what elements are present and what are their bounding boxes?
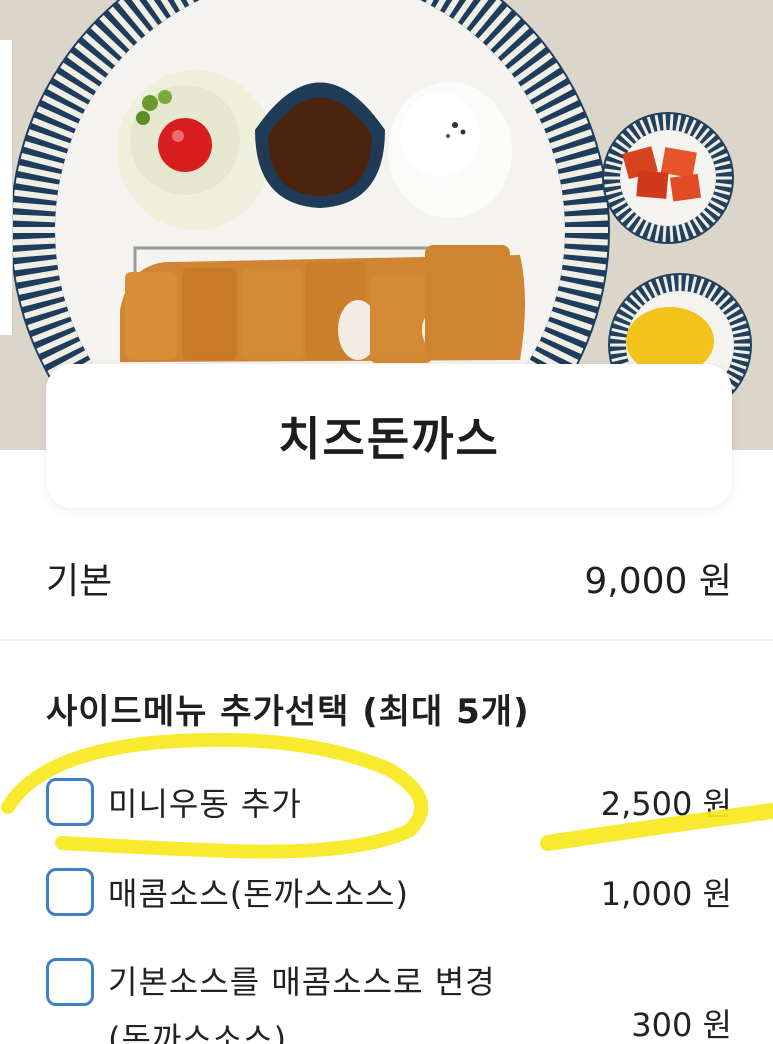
option-mini-udon[interactable]: 미니우동 추가 2,500 원 <box>46 778 732 826</box>
kimchi-bowl <box>602 112 734 244</box>
checkbox[interactable] <box>46 958 94 1006</box>
menu-item-name: 치즈돈까스 <box>278 412 500 466</box>
base-price-row: 기본 9,000 원 <box>46 548 732 608</box>
option-price: 2,500 원 <box>600 785 732 823</box>
option-label: 매콤소스(돈까스소스) <box>108 875 409 913</box>
checkbox[interactable] <box>46 868 94 916</box>
menu-title-card: 치즈돈까스 <box>46 364 732 508</box>
checkbox[interactable] <box>46 778 94 826</box>
cabbage-salad <box>117 70 273 230</box>
rice <box>388 82 512 218</box>
tonkatsu <box>120 245 525 363</box>
option-label: 기본소스를 매콤소스로 변경 <box>108 963 496 1001</box>
side-menu-title: 사이드메뉴 추가선택 (최대 5개) <box>46 692 530 732</box>
option-label-continuation: (돈까스소스) <box>108 1020 288 1044</box>
option-label: 미니우동 추가 <box>108 785 302 823</box>
option-price: 300 원 <box>631 1006 732 1044</box>
base-price: 9,000 원 <box>584 561 732 602</box>
divider <box>0 639 773 641</box>
base-label: 기본 <box>46 561 113 602</box>
option-spicy-sauce[interactable]: 매콤소스(돈까스소스) 1,000 원 <box>46 868 732 916</box>
option-change-sauce[interactable]: 기본소스를 매콤소스로 변경 300 원 <box>46 958 732 1044</box>
scroll-edge <box>0 40 13 335</box>
option-price: 1,000 원 <box>600 875 732 913</box>
